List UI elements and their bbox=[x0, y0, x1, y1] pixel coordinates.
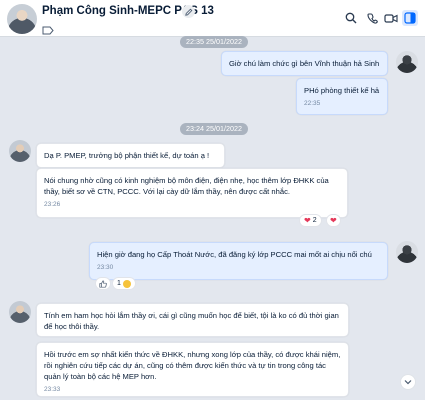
smile-emoji-icon bbox=[122, 279, 131, 288]
message-bubble-sent[interactable]: PHó phòng thiết kế hả 22:35 bbox=[296, 78, 388, 115]
contact-avatar[interactable] bbox=[7, 4, 37, 34]
message-bubble-received[interactable]: Hồi trước em sợ nhất kiến thức về ĐHKK, … bbox=[36, 342, 349, 397]
like-button[interactable] bbox=[95, 277, 111, 290]
react-button[interactable]: ❤ bbox=[326, 214, 341, 227]
reaction-summary[interactable]: 1 bbox=[112, 277, 136, 290]
search-icon[interactable] bbox=[343, 10, 359, 26]
message-bubble-sent[interactable]: Hiện giờ đang họ Cấp Thoát Nước, đã đăng… bbox=[89, 242, 388, 280]
message-list[interactable]: 22:35 25/01/2022 Giờ chú làm chức gì bên… bbox=[0, 36, 425, 400]
edit-icon[interactable] bbox=[182, 5, 195, 18]
message-time: 23:30 bbox=[97, 264, 114, 271]
phone-icon[interactable] bbox=[383, 10, 399, 26]
message-bubble-sent[interactable]: Giờ chú làm chức gì bên Vĩnh thuận hả Si… bbox=[221, 51, 388, 76]
message-bubble-received[interactable]: Nói chung nhờ cũng có kinh nghiệm bộ môn… bbox=[36, 168, 348, 218]
message-text: PHó phòng thiết kế hả bbox=[304, 86, 380, 95]
message-text: Giờ chú làm chức gì bên Vĩnh thuận hả Si… bbox=[229, 59, 380, 68]
heart-icon: ❤ bbox=[304, 216, 311, 225]
message-text: Tính em ham học hỏi lắm thầy ơi, cái gì … bbox=[44, 311, 339, 331]
message-bubble-received[interactable]: Tính em ham học hỏi lắm thầy ơi, cái gì … bbox=[36, 303, 349, 337]
tag-icon[interactable] bbox=[42, 22, 54, 35]
date-separator: 22:35 25/01/2022 bbox=[180, 36, 248, 48]
message-time: 23:33 bbox=[44, 386, 61, 393]
sidebar-toggle-icon[interactable] bbox=[402, 10, 418, 26]
chevron-down-icon bbox=[404, 380, 412, 385]
scroll-to-bottom-button[interactable] bbox=[400, 374, 416, 390]
message-text: Hồi trước em sợ nhất kiến thức về ĐHKK, … bbox=[44, 350, 341, 381]
message-text: Dạ P. PMEP, trưởng bộ phận thiết kế, dự … bbox=[44, 151, 210, 160]
reaction-summary[interactable]: ❤ 2 bbox=[299, 214, 322, 227]
message-text: Hiện giờ đang họ Cấp Thoát Nước, đã đăng… bbox=[97, 250, 372, 259]
reaction-count: 1 bbox=[117, 280, 121, 287]
contact-message-avatar[interactable] bbox=[9, 140, 31, 162]
message-bubble-received[interactable]: Dạ P. PMEP, trưởng bộ phận thiết kế, dự … bbox=[36, 143, 225, 168]
message-time: 23:26 bbox=[44, 201, 61, 208]
chat-header: Phạm Công Sinh-MEPC P&S 13 bbox=[0, 0, 425, 37]
heart-icon: ❤ bbox=[330, 216, 337, 225]
message-time: 22:35 bbox=[304, 100, 321, 107]
video-call-icon[interactable] bbox=[364, 10, 380, 26]
thumbs-up-icon bbox=[99, 279, 107, 288]
my-avatar[interactable] bbox=[396, 241, 418, 263]
date-separator: 23:24 25/01/2022 bbox=[180, 123, 248, 135]
contact-message-avatar[interactable] bbox=[9, 301, 31, 323]
reaction-count: 2 bbox=[312, 217, 317, 224]
my-avatar[interactable] bbox=[396, 51, 418, 73]
message-text: Nói chung nhờ cũng có kinh nghiệm bộ môn… bbox=[44, 176, 329, 196]
